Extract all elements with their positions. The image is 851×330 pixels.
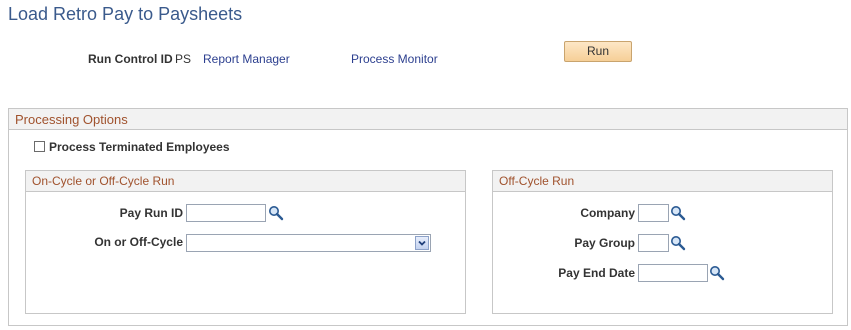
- pay-group-label: Pay Group: [574, 236, 635, 250]
- pay-run-id-lookup-icon[interactable]: [268, 205, 284, 221]
- pay-run-id-label: Pay Run ID: [119, 206, 183, 220]
- on-off-cycle-label: On or Off-Cycle: [94, 235, 183, 249]
- off-cycle-header: Off-Cycle Run: [493, 171, 832, 192]
- pay-end-date-input[interactable]: [638, 264, 708, 282]
- on-off-cycle-select[interactable]: [186, 234, 431, 252]
- chevron-down-icon: [418, 240, 426, 246]
- on-cycle-header: On-Cycle or Off-Cycle Run: [26, 171, 465, 192]
- company-label: Company: [580, 206, 635, 220]
- on-cycle-title: On-Cycle or Off-Cycle Run: [32, 174, 175, 188]
- page-title: Load Retro Pay to Paysheets: [8, 4, 243, 24]
- process-monitor-link[interactable]: Process Monitor: [351, 52, 438, 66]
- run-control-id-label: Run Control ID: [88, 52, 173, 66]
- pay-group-lookup-icon[interactable]: [670, 235, 686, 251]
- pay-run-id-input[interactable]: [186, 204, 266, 222]
- pay-end-date-label: Pay End Date: [558, 266, 635, 280]
- processing-options-title: Processing Options: [15, 112, 128, 127]
- process-terminated-label: Process Terminated Employees: [49, 140, 230, 154]
- company-input[interactable]: [638, 204, 669, 222]
- run-button[interactable]: Run: [564, 41, 632, 62]
- process-terminated-checkbox[interactable]: [34, 141, 45, 152]
- pay-group-input[interactable]: [638, 234, 669, 252]
- run-control-id-value: PS: [175, 52, 192, 66]
- report-manager-link[interactable]: Report Manager: [203, 52, 290, 66]
- pay-end-date-lookup-icon[interactable]: [709, 265, 725, 281]
- on-off-cycle-dropdown-button[interactable]: [415, 236, 429, 250]
- off-cycle-title: Off-Cycle Run: [499, 174, 575, 188]
- company-lookup-icon[interactable]: [670, 205, 686, 221]
- processing-options-header: Processing Options: [9, 109, 847, 130]
